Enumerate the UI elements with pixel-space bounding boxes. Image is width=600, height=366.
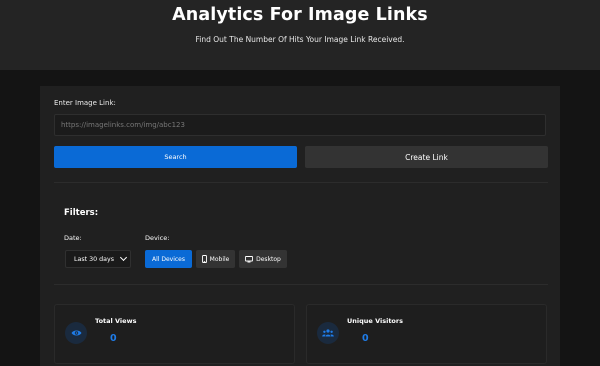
unique-visitors-card: Unique Visitors 0 — [306, 304, 547, 364]
unique-visitors-value: 0 — [362, 333, 369, 344]
desktop-icon — [245, 255, 254, 262]
unique-visitors-label: Unique Visitors — [347, 317, 403, 325]
device-label: Device: — [145, 234, 170, 242]
page-header: Analytics For Image Links Find Out The N… — [0, 0, 600, 70]
users-icon — [317, 322, 339, 344]
total-views-value: 0 — [110, 333, 117, 344]
mobile-icon — [201, 255, 207, 263]
chevron-down-icon — [119, 253, 128, 262]
device-all-button[interactable]: All Devices — [145, 250, 192, 268]
divider — [54, 284, 548, 285]
image-link-label: Enter Image Link: — [54, 99, 116, 107]
total-views-label: Total Views — [95, 317, 137, 325]
page-title: Analytics For Image Links — [172, 5, 428, 25]
device-desktop-button[interactable]: Desktop — [239, 250, 287, 268]
date-select[interactable]: Last 30 days — [65, 250, 131, 268]
device-all-label: All Devices — [152, 255, 185, 263]
divider — [54, 182, 548, 183]
image-link-input[interactable] — [54, 114, 546, 136]
search-button[interactable]: Search — [54, 146, 297, 168]
device-mobile-button[interactable]: Mobile — [196, 250, 235, 268]
date-label: Date: — [64, 234, 82, 242]
date-select-value: Last 30 days — [74, 255, 114, 263]
total-views-card: Total Views 0 — [54, 304, 295, 364]
eye-icon — [65, 322, 87, 344]
analytics-card: Enter Image Link: Search Create Link Fil… — [40, 86, 560, 366]
create-link-button[interactable]: Create Link — [305, 146, 548, 168]
page-subtitle: Find Out The Number Of Hits Your Image L… — [195, 35, 405, 44]
device-mobile-label: Mobile — [209, 255, 230, 263]
device-desktop-label: Desktop — [256, 255, 281, 263]
filters-title: Filters: — [64, 208, 99, 218]
